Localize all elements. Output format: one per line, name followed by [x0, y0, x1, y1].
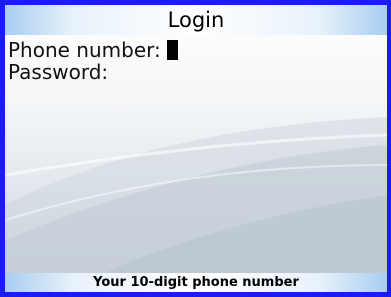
page-title: Login	[167, 8, 225, 32]
password-label: Password:	[8, 60, 109, 84]
login-form: Phone number: Password:	[8, 39, 181, 83]
phone-number-label: Phone number:	[8, 38, 161, 62]
password-field[interactable]	[114, 62, 128, 82]
device-frame: Login Phone number: Password: Your 10-di…	[0, 0, 391, 297]
status-hint: Your 10-digit phone number	[93, 275, 299, 290]
text-cursor	[166, 40, 178, 60]
status-bar: Your 10-digit phone number	[5, 273, 387, 292]
password-row: Password:	[8, 61, 181, 83]
login-screen: Login Phone number: Password: Your 10-di…	[5, 5, 387, 292]
title-bar: Login	[5, 5, 387, 35]
phone-number-field[interactable]	[166, 40, 181, 60]
phone-number-row: Phone number:	[8, 39, 181, 61]
